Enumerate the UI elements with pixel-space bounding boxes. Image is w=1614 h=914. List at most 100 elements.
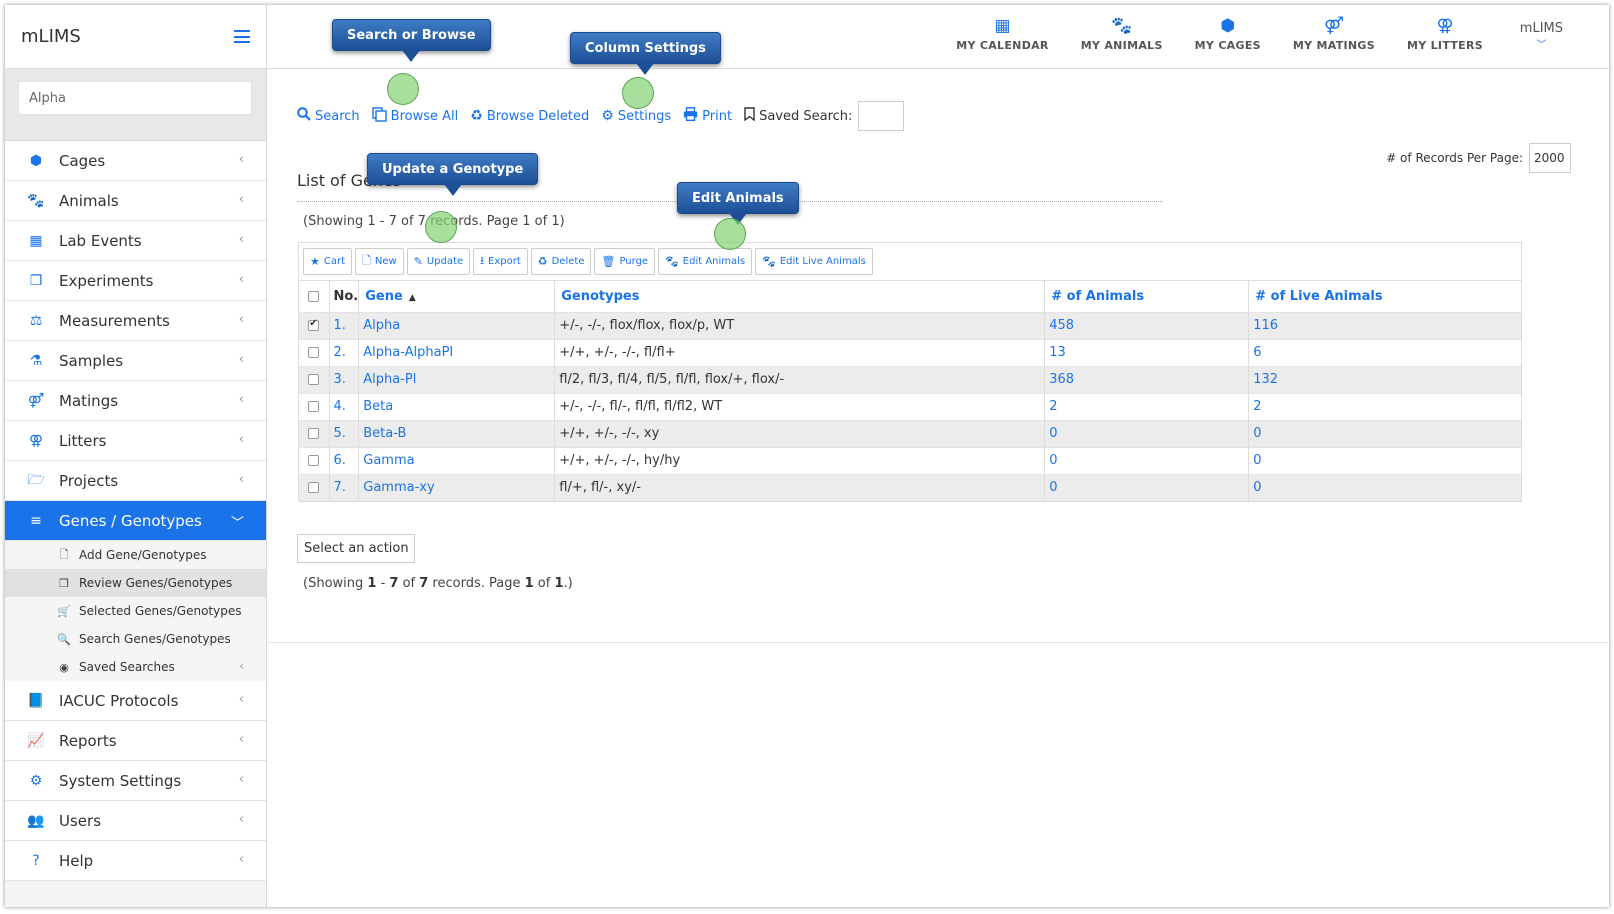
sidebar-item-litters[interactable]: ⚢ Litters ‹ xyxy=(5,421,266,461)
live-animals-count-link[interactable]: 6 xyxy=(1249,339,1521,366)
row-checkbox[interactable] xyxy=(308,318,320,331)
table-row[interactable]: 6. Gamma +/+, +/-, -/-, hy/hy 0 0 xyxy=(299,447,1521,474)
gene-link[interactable]: Beta-B xyxy=(358,420,556,447)
sidebar-item-help[interactable]: ? Help ‹ xyxy=(5,841,266,881)
sidebar-item-animals[interactable]: 🐾 Animals ‹ xyxy=(5,181,266,221)
action-select[interactable]: Select an action xyxy=(297,534,415,563)
browse-deleted-link[interactable]: ♻ Browse Deleted xyxy=(470,108,589,124)
browse-all-link[interactable]: Browse All xyxy=(371,106,458,126)
live-animals-count-link[interactable]: 0 xyxy=(1249,447,1521,474)
sidebar-item-system-settings[interactable]: ⚙ System Settings ‹ xyxy=(5,761,266,801)
column-header-gene[interactable]: Gene ▲ xyxy=(358,281,556,312)
hamburger-menu-icon[interactable] xyxy=(234,30,250,43)
sidebar-subitem-add-gene-genotypes[interactable]: 🗋 Add Gene/Genotypes xyxy=(5,541,266,569)
litter-icon: ⚢ xyxy=(28,432,44,449)
gene-link[interactable]: Gamma-xy xyxy=(358,474,556,501)
export-button[interactable]: ⭳ Export xyxy=(473,248,528,275)
row-number-link[interactable]: 6. xyxy=(329,447,360,474)
search-link[interactable]: Search xyxy=(297,107,360,125)
row-number-link[interactable]: 7. xyxy=(329,474,360,501)
live-animals-count-link[interactable]: 0 xyxy=(1249,420,1521,447)
table-row[interactable]: 3. Alpha-Pl fl/2, fl/3, fl/4, fl/5, fl/fl,… xyxy=(299,366,1521,393)
genotypes-cell: +/+, +/-, -/-, xy xyxy=(554,420,1046,447)
purge-button[interactable]: 🗑 Purge xyxy=(594,248,656,275)
select-all-checkbox[interactable] xyxy=(308,290,320,302)
row-number-link[interactable]: 3. xyxy=(329,366,360,393)
sidebar-item-samples[interactable]: ⚗ Samples ‹ xyxy=(5,341,266,381)
animals-count-link[interactable]: 0 xyxy=(1044,447,1250,474)
cart-button[interactable]: ★ Cart xyxy=(303,248,353,275)
row-number-link[interactable]: 2. xyxy=(329,339,360,366)
new-button[interactable]: 🗋 New xyxy=(355,248,404,275)
live-animals-count-link[interactable]: 116 xyxy=(1249,312,1521,339)
animals-count-link[interactable]: 0 xyxy=(1044,474,1250,501)
sidebar-item-cages[interactable]: ⬢ Cages ‹ xyxy=(5,141,266,181)
row-checkbox[interactable] xyxy=(308,374,320,385)
chevron-left-icon: ‹ xyxy=(238,312,244,327)
animals-count-link[interactable]: 368 xyxy=(1044,366,1250,393)
row-number-link[interactable]: 1. xyxy=(329,312,360,339)
topnav-my-animals[interactable]: 🐾 MY ANIMALS xyxy=(1065,15,1179,52)
print-label: Print xyxy=(702,108,733,124)
sidebar-subitem-search-genes-genotypes[interactable]: 🔍 Search Genes/Genotypes xyxy=(5,625,266,653)
animals-count-link[interactable]: 13 xyxy=(1044,339,1250,366)
row-checkbox[interactable] xyxy=(308,347,320,358)
gene-link[interactable]: Alpha-AlphaPI xyxy=(358,339,556,366)
sidebar-item-lab-events[interactable]: ▦ Lab Events ‹ xyxy=(5,221,266,261)
sidebar-item-experiments[interactable]: ❐ Experiments ‹ xyxy=(5,261,266,301)
sidebar-subitem-label: Add Gene/Genotypes xyxy=(79,548,207,562)
live-animals-count-link[interactable]: 2 xyxy=(1249,393,1521,420)
row-checkbox[interactable] xyxy=(308,482,320,494)
search-icon xyxy=(297,107,311,125)
delete-button[interactable]: ♻ Delete xyxy=(530,248,592,275)
row-checkbox[interactable] xyxy=(308,455,320,466)
animals-count-link[interactable]: 2 xyxy=(1044,393,1250,420)
animals-count-link[interactable]: 458 xyxy=(1044,312,1250,339)
sidebar-item-measurements[interactable]: ⚖ Measurements ‹ xyxy=(5,301,266,341)
table-row[interactable]: 2. Alpha-AlphaPI +/+, +/-, -/-, fl/fl+ 13 6 xyxy=(299,339,1521,366)
trash-icon: 🗑 xyxy=(601,255,616,268)
sidebar-subitem-saved-searches[interactable]: ◉ Saved Searches ‹ xyxy=(5,653,266,681)
gene-link[interactable]: Alpha-Pl xyxy=(358,366,556,393)
settings-link[interactable]: ⚙ Settings xyxy=(601,108,671,124)
live-animals-count-link[interactable]: 132 xyxy=(1249,366,1521,393)
column-header-live-animals[interactable]: # of Live Animals xyxy=(1249,281,1521,312)
gene-link[interactable]: Beta xyxy=(358,393,556,420)
column-header-genotypes[interactable]: Genotypes xyxy=(554,281,1046,312)
saved-search-select[interactable] xyxy=(858,101,905,131)
sidebar-subitem-selected-genes-genotypes[interactable]: 🛒 Selected Genes/Genotypes xyxy=(5,597,266,625)
table-row[interactable]: 4. Beta +/-, -/-, fl/-, fl/fl, fl/fl2, WT 2… xyxy=(299,393,1521,420)
update-button[interactable]: ✎ Update xyxy=(406,248,471,275)
sidebar-item-matings[interactable]: ⚤ Matings ‹ xyxy=(5,381,266,421)
sidebar-item-users[interactable]: 👥 Users ‹ xyxy=(5,801,266,841)
topnav-my-cages[interactable]: ⬢ MY CAGES xyxy=(1179,15,1277,52)
sidebar-subitem-review-genes-genotypes[interactable]: ❐ Review Genes/Genotypes xyxy=(5,569,266,597)
animals-count-link[interactable]: 0 xyxy=(1044,420,1250,447)
row-number-link[interactable]: 5. xyxy=(329,420,360,447)
table-row[interactable]: 7. Gamma-xy fl/+, fl/-, xy/- 0 0 xyxy=(299,474,1521,501)
user-menu[interactable]: mLIMS ﹀ xyxy=(1520,21,1563,51)
table-row[interactable]: 5. Beta-B +/+, +/-, -/-, xy 0 0 xyxy=(299,420,1521,447)
gene-link[interactable]: Gamma xyxy=(358,447,556,474)
edit-live-animals-button[interactable]: 🐾 Edit Live Animals xyxy=(755,248,873,275)
chevron-down-icon: ﹀ xyxy=(230,516,244,531)
sidebar-item-reports[interactable]: 📈 Reports ‹ xyxy=(5,721,266,761)
column-header-animals[interactable]: # of Animals xyxy=(1044,281,1250,312)
gene-link[interactable]: Alpha xyxy=(358,312,556,339)
live-animals-count-link[interactable]: 0 xyxy=(1249,474,1521,501)
sidebar-item-projects[interactable]: 🗁 Projects ‹ xyxy=(5,461,266,501)
records-per-page-input[interactable] xyxy=(1529,143,1571,173)
row-number-link[interactable]: 4. xyxy=(329,393,360,420)
row-checkbox[interactable] xyxy=(308,401,320,412)
print-link[interactable]: Print xyxy=(683,107,732,125)
edit-animals-button[interactable]: 🐾 Edit Animals xyxy=(658,248,753,275)
row-checkbox[interactable] xyxy=(308,428,320,439)
sidebar-item-genes-genotypes[interactable]: ≡ Genes / Genotypes ﹀ xyxy=(5,501,266,541)
sidebar-item-iacuc-protocols[interactable]: 📘 IACUC Protocols ‹ xyxy=(5,681,266,721)
topnav-my-calendar[interactable]: ▦ MY CALENDAR xyxy=(940,15,1064,52)
table-row[interactable]: 1.Alpha+/-, -/-, flox/flox, flox/p, WT45… xyxy=(299,312,1521,339)
sidebar-search-input[interactable] xyxy=(18,81,252,115)
topnav-my-matings[interactable]: ⚤ MY MATINGS xyxy=(1277,15,1391,52)
topnav-my-litters[interactable]: ⚢ MY LITTERS xyxy=(1391,15,1499,52)
table-header-row: No. Gene ▲ Genotypes # of Animals # of Li… xyxy=(299,281,1521,312)
